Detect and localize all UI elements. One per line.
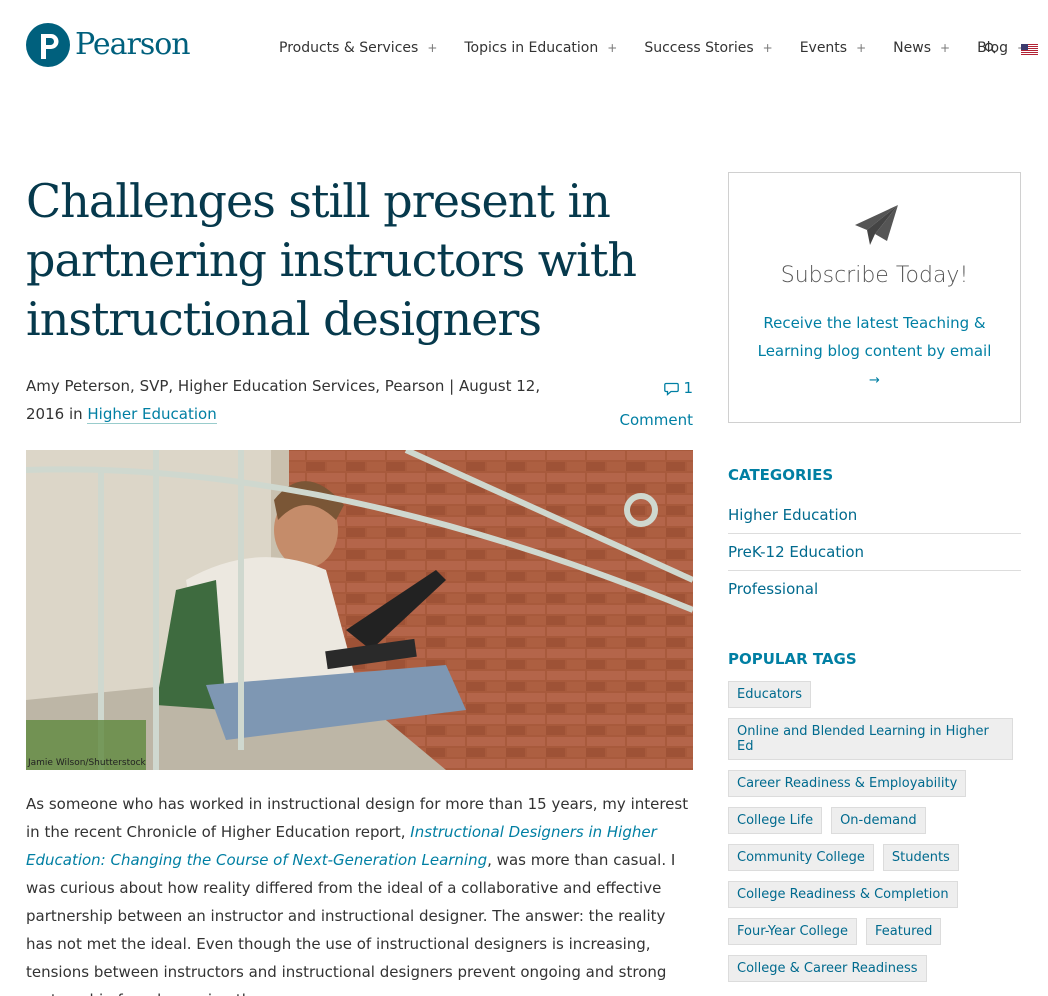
comment-label: Comment (619, 411, 694, 429)
nav-label: Topics in Education (464, 40, 599, 56)
comment-count-line: 1 (600, 372, 693, 404)
categories-list: Higher Education PreK-12 Education Profe… (728, 497, 1021, 608)
main-nav: Products & Services + Topics in Education… (279, 40, 1027, 56)
nav-label: Products & Services (279, 40, 419, 56)
category-link[interactable]: Higher Education (87, 405, 217, 424)
article-title: Challenges still present in partnering i… (26, 174, 637, 346)
tag-college-life[interactable]: College Life (728, 807, 823, 834)
categories-heading: CATEGORIES (728, 466, 834, 484)
nav-news[interactable]: News + (893, 40, 950, 56)
tag-row: College Life On-demand (728, 807, 1028, 834)
category-higher-education[interactable]: Higher Education (728, 497, 1021, 534)
us-flag-icon[interactable] (1021, 44, 1038, 55)
image-credit: Jamie Wilson/Shutterstock (28, 758, 146, 768)
tag-community-college[interactable]: Community College (728, 844, 874, 871)
article-hero-image: Jamie Wilson/Shutterstock (26, 450, 693, 770)
category-professional[interactable]: Professional (728, 571, 1021, 608)
expand-plus-icon[interactable]: + (607, 41, 617, 55)
tag-on-demand[interactable]: On-demand (831, 807, 926, 834)
subscribe-box: Subscribe Today! Receive the latest Teac… (728, 172, 1021, 423)
comment-icon (664, 382, 680, 396)
tag-row: College & Career Readiness (728, 955, 1028, 982)
expand-plus-icon[interactable]: + (856, 41, 866, 55)
expand-plus-icon[interactable]: + (940, 41, 950, 55)
tag-four-year-college[interactable]: Four-Year College (728, 918, 858, 945)
nav-label: Success Stories (644, 40, 754, 56)
tag-row: Community College Students (728, 844, 1028, 871)
logo-text: Pearson (75, 27, 191, 62)
nav-success-stories[interactable]: Success Stories + (644, 40, 772, 56)
nav-products-services[interactable]: Products & Services + (279, 40, 437, 56)
tag-online-blended-learning[interactable]: Online and Blended Learning in Higher Ed (728, 718, 1013, 760)
pearson-logo[interactable]: Pearson (26, 21, 191, 69)
nav-label: Events (799, 40, 848, 56)
comment-count: 1 (683, 379, 693, 397)
body-text-end: , was more than casual. I was curious ab… (26, 851, 676, 996)
category-prek12-education[interactable]: PreK-12 Education (728, 534, 1021, 571)
popular-tags-list: Educators Online and Blended Learning in… (728, 681, 1028, 992)
expand-plus-icon[interactable]: + (763, 41, 773, 55)
expand-plus-icon[interactable]: + (427, 41, 437, 55)
tag-row: Online and Blended Learning in Higher Ed (728, 718, 1028, 760)
tag-students[interactable]: Students (882, 844, 959, 871)
paper-plane-icon (855, 205, 898, 245)
tag-row: College Readiness & Completion (728, 881, 1028, 908)
nav-topics-in-education[interactable]: Topics in Education + (464, 40, 617, 56)
student-laptop-photo (26, 450, 693, 770)
tag-college-career-readiness[interactable]: College & Career Readiness (728, 955, 927, 982)
nav-label: News (893, 40, 931, 56)
tag-college-readiness[interactable]: College Readiness & Completion (728, 881, 958, 908)
tag-row: Career Readiness & Employability (728, 770, 1028, 797)
site-header: Pearson Products & Services + Topics in E… (0, 0, 1048, 100)
tag-featured[interactable]: Featured (866, 918, 942, 945)
tag-career-readiness[interactable]: Career Readiness & Employability (728, 770, 967, 797)
pearson-logo-icon (26, 23, 70, 67)
tag-educators[interactable]: Educators (728, 681, 811, 708)
subscribe-link[interactable]: Receive the latest Teaching & Learning b… (749, 309, 1000, 395)
popular-tags-heading: POPULAR TAGS (728, 650, 857, 668)
article-body: As someone who has worked in instruction… (26, 790, 693, 996)
article-meta: Amy Peterson, SVP, Higher Education Serv… (26, 372, 556, 428)
comments-link[interactable]: 1 Comment (600, 372, 694, 436)
search-icon[interactable] (984, 42, 996, 54)
nav-events[interactable]: Events + (800, 40, 866, 56)
tag-row: Educators (728, 681, 1028, 708)
subscribe-text: Receive the latest Teaching & Learning b… (757, 314, 992, 360)
subscribe-title: Subscribe Today! (780, 263, 969, 288)
tag-row: Four-Year College Featured (728, 918, 1028, 945)
arrow-right-icon: → (869, 373, 880, 388)
